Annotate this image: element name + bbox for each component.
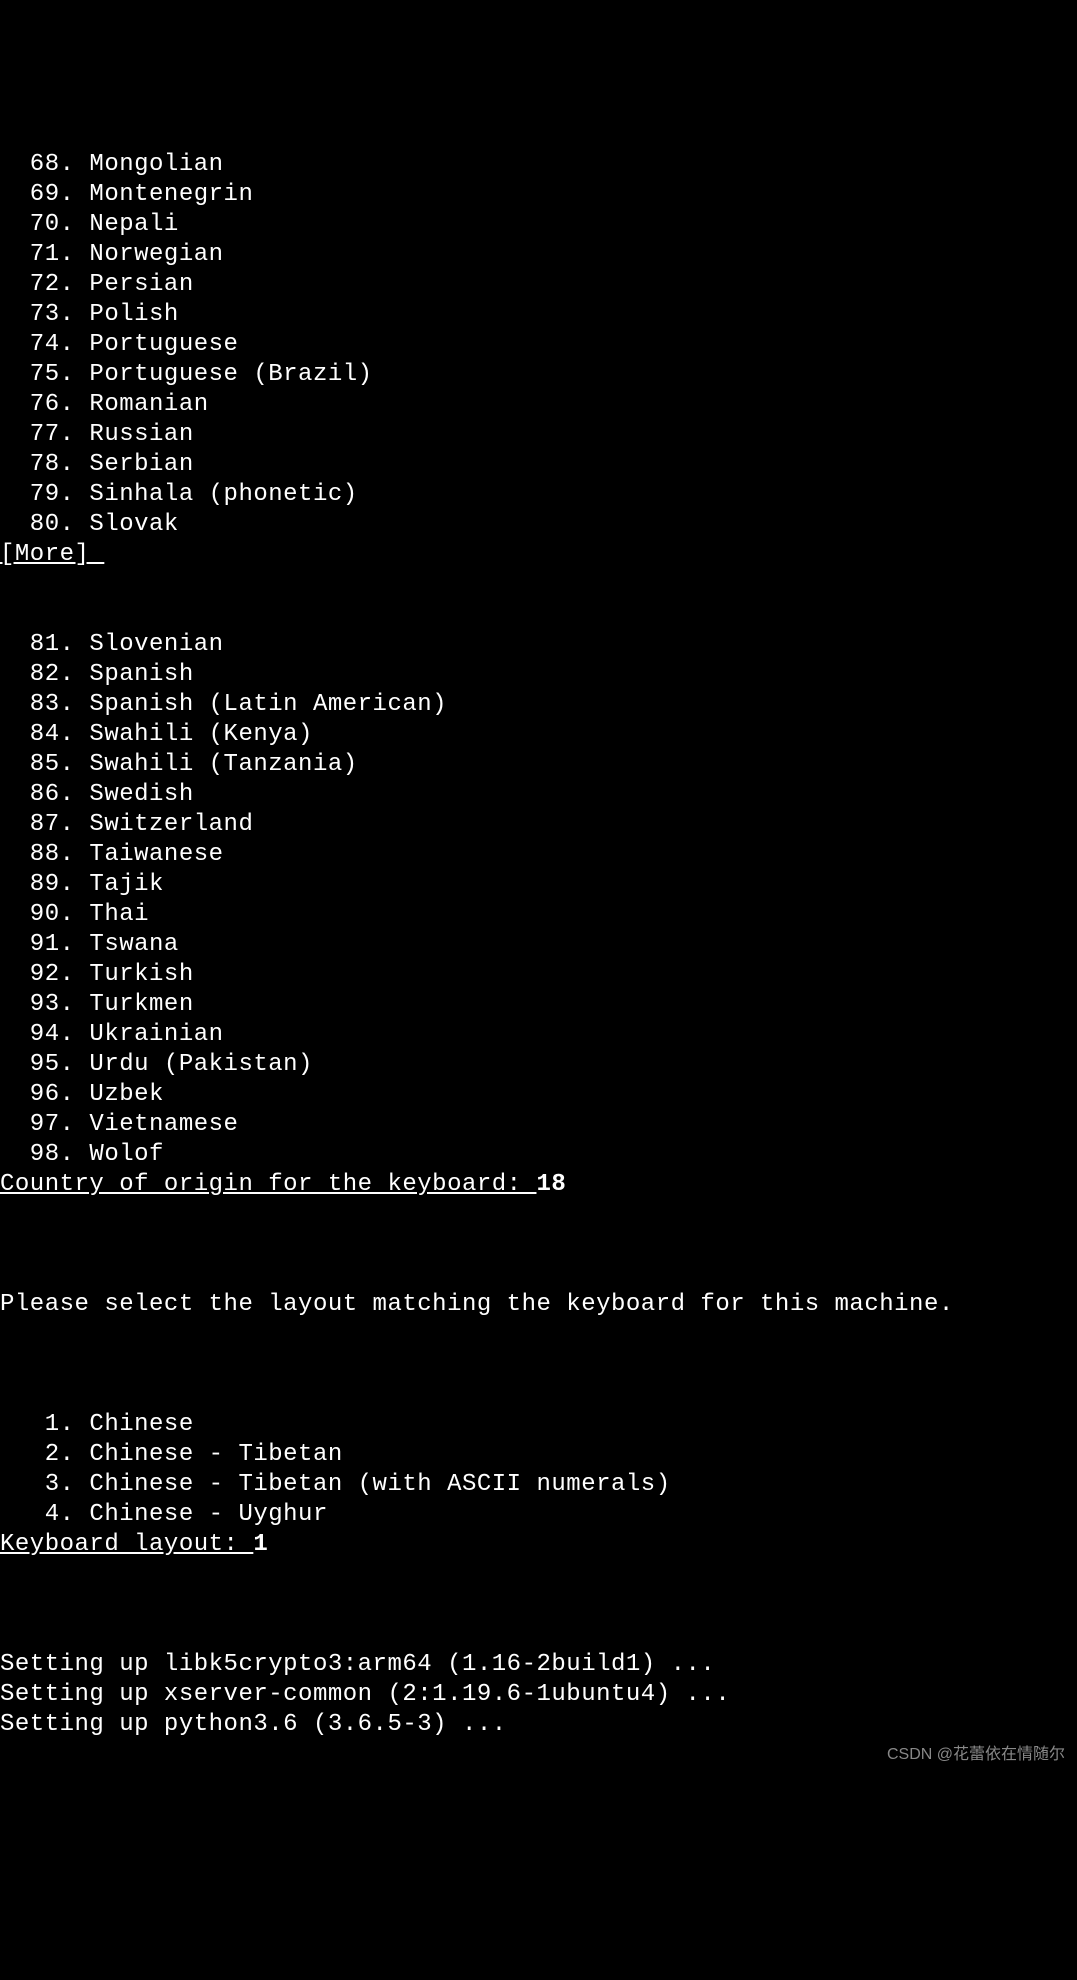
- list-item: 97. Vietnamese: [0, 1110, 1077, 1140]
- list-item: 88. Taiwanese: [0, 840, 1077, 870]
- country-origin-prompt: Country of origin for the keyboard:: [0, 1171, 536, 1198]
- more-pager[interactable]: [More]: [0, 541, 104, 568]
- keyboard-layout-prompt: Keyboard layout:: [0, 1531, 253, 1558]
- list-item: 92. Turkish: [0, 960, 1077, 990]
- setup-line: Setting up libk5crypto3:arm64 (1.16-2bui…: [0, 1650, 1077, 1680]
- list-item: 96. Uzbek: [0, 1080, 1077, 1110]
- list-item: 78. Serbian: [0, 450, 1077, 480]
- blank-line: [0, 1350, 1077, 1380]
- list-item: 4. Chinese - Uyghur: [0, 1500, 1077, 1530]
- list-item: 94. Ukrainian: [0, 1020, 1077, 1050]
- list-item: 70. Nepali: [0, 210, 1077, 240]
- country-origin-input[interactable]: 18: [536, 1171, 566, 1198]
- list-item: 95. Urdu (Pakistan): [0, 1050, 1077, 1080]
- blank-line: [0, 570, 1077, 600]
- list-item: 90. Thai: [0, 900, 1077, 930]
- list-item: 85. Swahili (Tanzania): [0, 750, 1077, 780]
- list-item: 72. Persian: [0, 270, 1077, 300]
- list-item: 74. Portuguese: [0, 330, 1077, 360]
- list-item: 84. Swahili (Kenya): [0, 720, 1077, 750]
- keyboard-layout-input[interactable]: 1: [253, 1531, 268, 1558]
- list-item: 82. Spanish: [0, 660, 1077, 690]
- instruction-text: Please select the layout matching the ke…: [0, 1290, 1077, 1320]
- list-item: 89. Tajik: [0, 870, 1077, 900]
- list-item: 68. Mongolian: [0, 150, 1077, 180]
- list-item: 93. Turkmen: [0, 990, 1077, 1020]
- watermark: CSDN @花蕾依在情随尔: [887, 1745, 1065, 1765]
- list-item: 73. Polish: [0, 300, 1077, 330]
- list-item: 91. Tswana: [0, 930, 1077, 960]
- setup-line: Setting up xserver-common (2:1.19.6-1ubu…: [0, 1680, 1077, 1710]
- list-item: 71. Norwegian: [0, 240, 1077, 270]
- list-item: 98. Wolof: [0, 1140, 1077, 1170]
- list-item: 81. Slovenian: [0, 630, 1077, 660]
- list-item: 79. Sinhala (phonetic): [0, 480, 1077, 510]
- blank-line: [0, 1230, 1077, 1260]
- blank-line: [0, 1590, 1077, 1620]
- list-item: 86. Swedish: [0, 780, 1077, 810]
- terminal-output: 68. Mongolian 69. Montenegrin 70. Nepali…: [0, 120, 1077, 1770]
- list-item: 1. Chinese: [0, 1410, 1077, 1440]
- list-item: 75. Portuguese (Brazil): [0, 360, 1077, 390]
- list-item: 83. Spanish (Latin American): [0, 690, 1077, 720]
- list-item: 76. Romanian: [0, 390, 1077, 420]
- list-item: 69. Montenegrin: [0, 180, 1077, 210]
- list-item: 77. Russian: [0, 420, 1077, 450]
- setup-line: Setting up python3.6 (3.6.5-3) ...: [0, 1710, 1077, 1740]
- list-item: 87. Switzerland: [0, 810, 1077, 840]
- list-item: 80. Slovak: [0, 510, 1077, 540]
- list-item: 2. Chinese - Tibetan: [0, 1440, 1077, 1470]
- list-item: 3. Chinese - Tibetan (with ASCII numeral…: [0, 1470, 1077, 1500]
